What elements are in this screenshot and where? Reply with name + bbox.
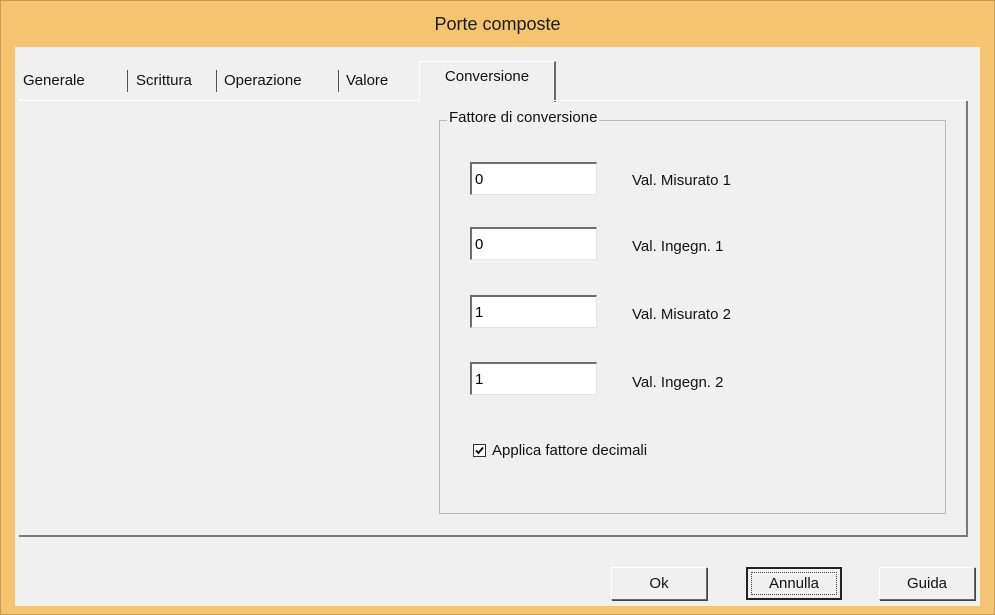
tab-generale[interactable]: Generale [23, 69, 85, 93]
group-label: Fattore di conversione [447, 109, 600, 126]
measured-value-1-label: Val. Misurato 1 [632, 172, 731, 189]
apply-decimal-factor-label: Applica fattore decimali [492, 442, 648, 459]
focus-rectangle [751, 572, 837, 595]
measured-value-1-input[interactable] [470, 162, 597, 195]
tab-strip: Generale Scrittura Operazione Valore Con… [15, 61, 980, 102]
tab-panel-border [554, 100, 967, 101]
title-bar[interactable]: Porte composte [1, 1, 994, 47]
window-title: Porte composte [434, 14, 561, 34]
dialog-client-area: Generale Scrittura Operazione Valore Con… [15, 47, 980, 606]
measured-value-2-label: Val. Misurato 2 [632, 306, 731, 323]
window-frame-right [980, 47, 994, 614]
apply-decimal-factor-checkbox[interactable] [473, 444, 486, 457]
tab-panel-border [19, 100, 419, 101]
ok-button[interactable]: Ok [611, 567, 707, 600]
tab-separator [216, 70, 217, 92]
window-frame-left [1, 47, 15, 614]
dialog-window: Porte composte Generale Scrittura Operaz… [0, 0, 995, 615]
checkmark-icon [475, 446, 484, 455]
engineering-value-1-input[interactable] [470, 227, 597, 260]
window-frame-bottom [1, 606, 994, 614]
tab-scrittura[interactable]: Scrittura [136, 69, 192, 93]
engineering-value-2-input[interactable] [470, 362, 597, 395]
tab-separator [127, 70, 128, 92]
cancel-button[interactable]: Annulla [746, 567, 842, 600]
tab-operazione[interactable]: Operazione [224, 69, 302, 93]
help-button[interactable]: Guida [879, 567, 975, 600]
tab-separator [338, 70, 339, 92]
tab-panel-border [19, 535, 968, 537]
tab-panel-border [966, 101, 968, 535]
engineering-value-1-label: Val. Ingegn. 1 [632, 238, 724, 255]
engineering-value-2-label: Val. Ingegn. 2 [632, 374, 724, 391]
measured-value-2-input[interactable] [470, 295, 597, 328]
tab-conversione[interactable]: Conversione [419, 61, 556, 102]
tab-valore[interactable]: Valore [346, 69, 388, 93]
